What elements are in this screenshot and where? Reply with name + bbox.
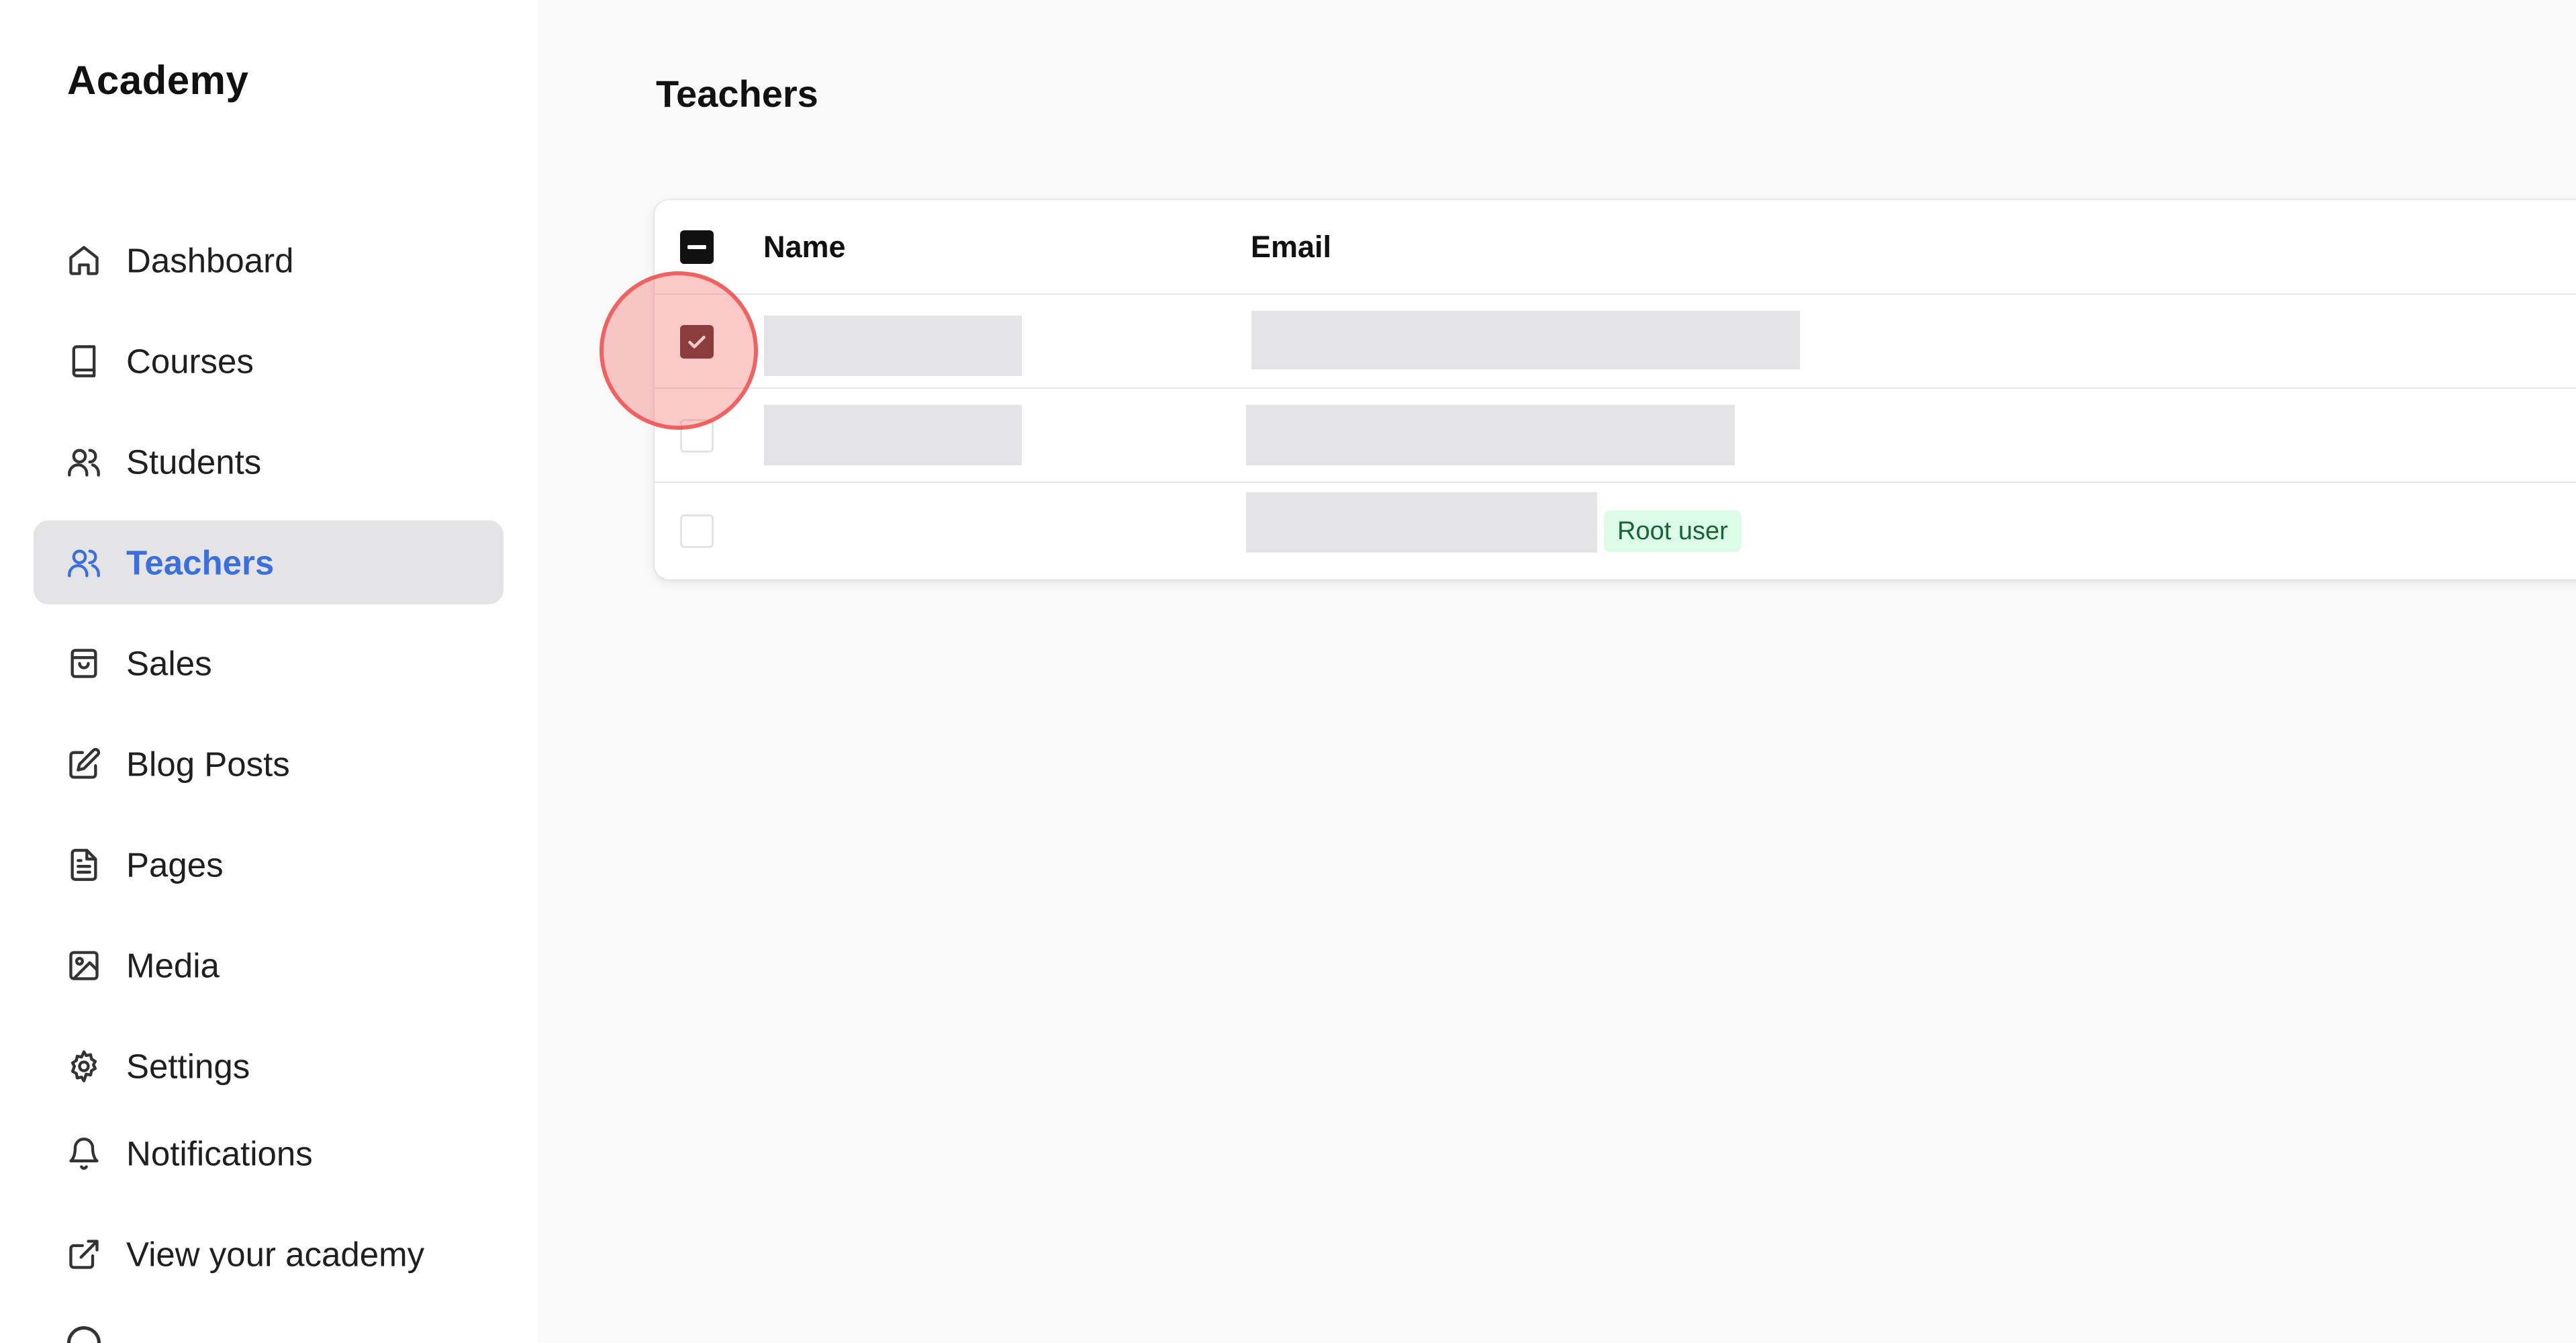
users-icon bbox=[65, 443, 103, 481]
row-checkbox[interactable] bbox=[680, 514, 714, 548]
gear-icon bbox=[65, 1048, 103, 1085]
sidebar: Academy Dashboard Courses Students Teach… bbox=[0, 0, 537, 1343]
select-all-checkbox[interactable] bbox=[680, 230, 714, 264]
home-icon bbox=[65, 242, 103, 279]
email-placeholder bbox=[1246, 405, 1735, 465]
page-title: Teachers bbox=[656, 73, 818, 115]
sidebar-item-label: Settings bbox=[126, 1047, 250, 1085]
sidebar-item-pages[interactable]: Pages bbox=[34, 823, 504, 907]
row-checkbox[interactable] bbox=[680, 419, 714, 453]
sidebar-item-label: Teachers bbox=[126, 543, 275, 582]
book-icon bbox=[65, 342, 103, 380]
name-placeholder bbox=[764, 405, 1022, 465]
email-placeholder bbox=[1251, 311, 1800, 369]
partial-icon-cutoff bbox=[67, 1326, 101, 1343]
sidebar-item-label: Media bbox=[126, 946, 220, 984]
table-row[interactable]: Root user bbox=[655, 483, 2576, 580]
users-icon bbox=[65, 544, 103, 582]
sidebar-item-label: Blog Posts bbox=[126, 745, 290, 783]
sidebar-item-media[interactable]: Media bbox=[34, 923, 504, 1007]
sidebar-item-students[interactable]: Students bbox=[34, 420, 504, 504]
sidebar-item-label: Notifications bbox=[126, 1134, 313, 1172]
sidebar-item-sales[interactable]: Sales bbox=[34, 621, 504, 705]
brand-title: Academy bbox=[67, 58, 249, 103]
sidebar-item-blog-posts[interactable]: Blog Posts bbox=[34, 722, 504, 806]
shopping-bag-icon bbox=[65, 645, 103, 682]
sidebar-item-dashboard[interactable]: Dashboard bbox=[34, 218, 504, 302]
sidebar-item-view-academy[interactable]: View your academy bbox=[34, 1212, 504, 1296]
sidebar-item-label: View your academy bbox=[126, 1235, 425, 1273]
bell-icon bbox=[65, 1135, 103, 1172]
column-header-name[interactable]: Name bbox=[763, 230, 846, 265]
name-placeholder bbox=[764, 316, 1022, 376]
row-checkbox[interactable] bbox=[680, 325, 714, 359]
image-icon bbox=[65, 947, 103, 984]
table-row[interactable] bbox=[655, 389, 2576, 483]
check-icon bbox=[688, 336, 706, 349]
sidebar-item-label: Pages bbox=[126, 845, 224, 884]
sidebar-item-label: Courses bbox=[126, 342, 254, 380]
table-header-row: Name Email bbox=[655, 200, 2576, 295]
table-row[interactable] bbox=[655, 295, 2576, 389]
sidebar-item-notifications[interactable]: Notifications bbox=[34, 1111, 504, 1195]
sidebar-item-label: Dashboard bbox=[126, 241, 294, 279]
sidebar-item-teachers[interactable]: Teachers bbox=[34, 520, 504, 604]
column-header-email[interactable]: Email bbox=[1251, 230, 1331, 265]
sidebar-item-label: Sales bbox=[126, 644, 212, 682]
sidebar-item-label: Students bbox=[126, 443, 262, 481]
sidebar-item-courses[interactable]: Courses bbox=[34, 319, 504, 403]
external-link-icon bbox=[65, 1236, 103, 1273]
root-user-badge: Root user bbox=[1604, 510, 1742, 552]
sidebar-item-settings[interactable]: Settings bbox=[34, 1024, 504, 1108]
edit-icon bbox=[65, 745, 103, 783]
file-text-icon bbox=[65, 846, 103, 884]
teachers-table: Name Email Root user bbox=[655, 200, 2576, 580]
email-placeholder bbox=[1246, 492, 1597, 553]
